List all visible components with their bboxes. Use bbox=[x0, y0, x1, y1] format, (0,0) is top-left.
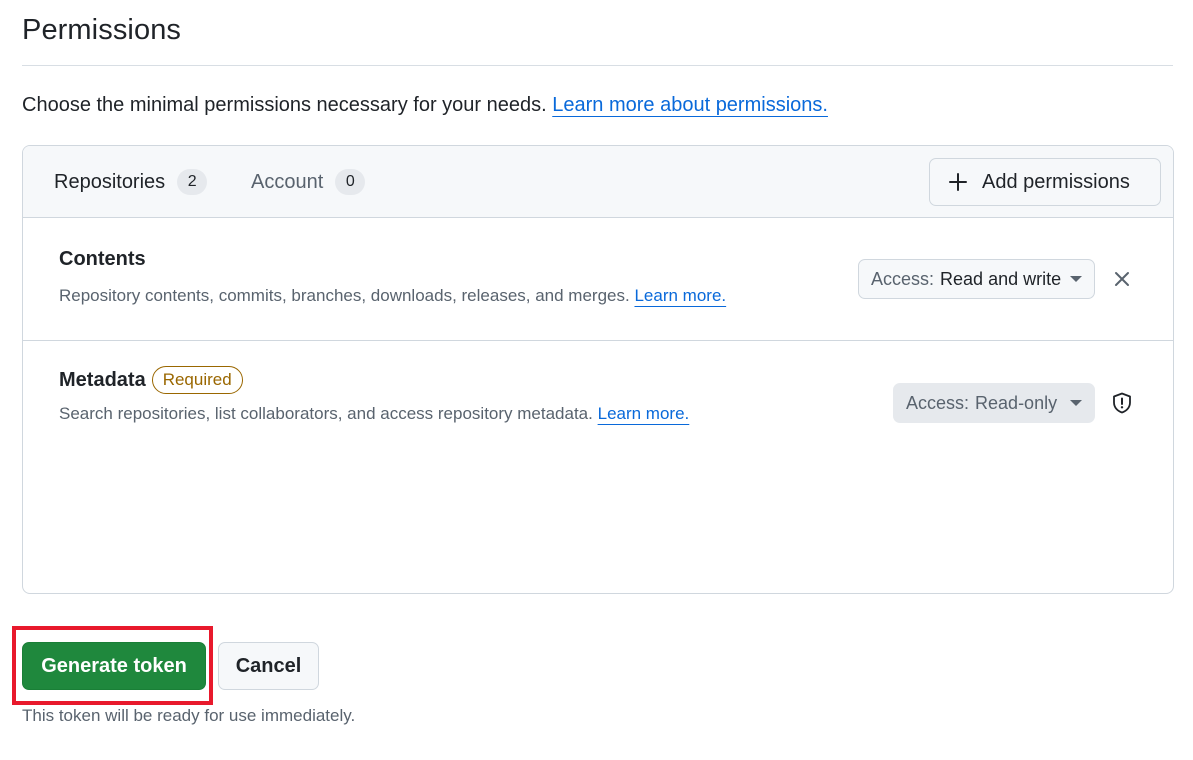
tab-repositories-label: Repositories bbox=[54, 170, 166, 193]
access-level-select[interactable]: Access: Read and write bbox=[858, 259, 1095, 299]
close-icon bbox=[1115, 272, 1129, 286]
add-permissions-label: Add permissions bbox=[982, 170, 1130, 193]
shield-alert-icon bbox=[1113, 392, 1131, 414]
permission-name-text: Metadata bbox=[59, 368, 146, 391]
access-level-select-disabled: Access: Read-only bbox=[893, 383, 1095, 423]
plus-icon bbox=[949, 173, 967, 191]
permission-description-text: Search repositories, list collaborators,… bbox=[59, 404, 593, 423]
permissions-panel: Repositories 2 Account 0 Add permissions… bbox=[22, 145, 1174, 594]
learn-more-link[interactable]: Learn more. bbox=[634, 286, 726, 305]
add-permissions-button[interactable]: Add permissions bbox=[929, 158, 1161, 206]
permission-description-text: Repository contents, commits, branches, … bbox=[59, 286, 630, 305]
token-ready-note: This token will be ready for use immedia… bbox=[22, 706, 356, 725]
tab-account-count: 0 bbox=[335, 169, 366, 195]
tab-account-label: Account bbox=[251, 170, 324, 193]
access-value: Read and write bbox=[940, 268, 1062, 289]
cancel-button[interactable]: Cancel bbox=[218, 642, 319, 690]
caret-down-icon bbox=[1070, 400, 1082, 406]
permission-description: Repository contents, commits, branches, … bbox=[59, 286, 726, 306]
access-label: Access: bbox=[906, 392, 970, 413]
permission-name: Contents bbox=[59, 248, 146, 271]
permission-row-contents: Contents Repository contents, commits, b… bbox=[23, 218, 1173, 341]
access-value: Read-only bbox=[975, 392, 1058, 413]
learn-more-link[interactable]: Learn more. bbox=[598, 404, 690, 423]
remove-permission-button[interactable] bbox=[1110, 267, 1134, 291]
permission-name: Metadata Required bbox=[59, 366, 243, 394]
permissions-tabs-header: Repositories 2 Account 0 Add permissions bbox=[23, 146, 1173, 218]
required-badge: Required bbox=[151, 366, 243, 394]
tab-account[interactable]: Account 0 bbox=[251, 146, 366, 218]
tab-repositories-count: 2 bbox=[177, 169, 208, 195]
access-label: Access: bbox=[871, 268, 935, 289]
permission-name-text: Contents bbox=[59, 248, 146, 270]
caret-down-icon bbox=[1070, 276, 1082, 282]
permission-row-metadata: Metadata Required Search repositories, l… bbox=[23, 342, 1173, 462]
title-divider bbox=[22, 65, 1173, 66]
intro-text: Choose the minimal permissions necessary… bbox=[22, 94, 547, 116]
permission-description: Search repositories, list collaborators,… bbox=[59, 404, 689, 424]
required-info bbox=[1110, 391, 1134, 415]
tab-repositories[interactable]: Repositories 2 bbox=[54, 146, 208, 218]
permissions-intro: Choose the minimal permissions necessary… bbox=[22, 94, 828, 117]
page-title: Permissions bbox=[22, 14, 182, 46]
generate-token-button[interactable]: Generate token bbox=[22, 642, 206, 690]
learn-more-permissions-link[interactable]: Learn more about permissions. bbox=[552, 94, 828, 116]
